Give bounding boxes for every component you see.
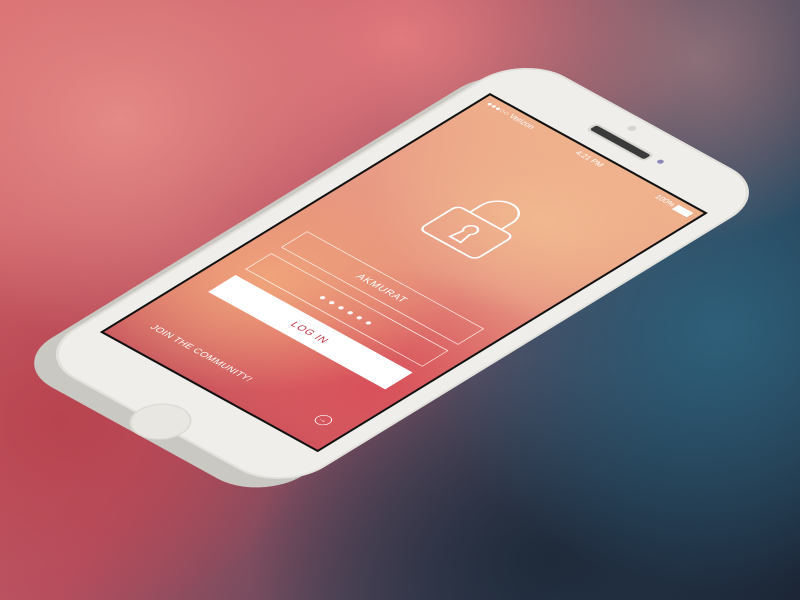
- padlock-icon: [421, 200, 521, 259]
- battery-percent: 100%: [652, 193, 678, 208]
- arrow-right-icon[interactable]: →: [311, 412, 336, 428]
- battery-icon: [672, 204, 694, 218]
